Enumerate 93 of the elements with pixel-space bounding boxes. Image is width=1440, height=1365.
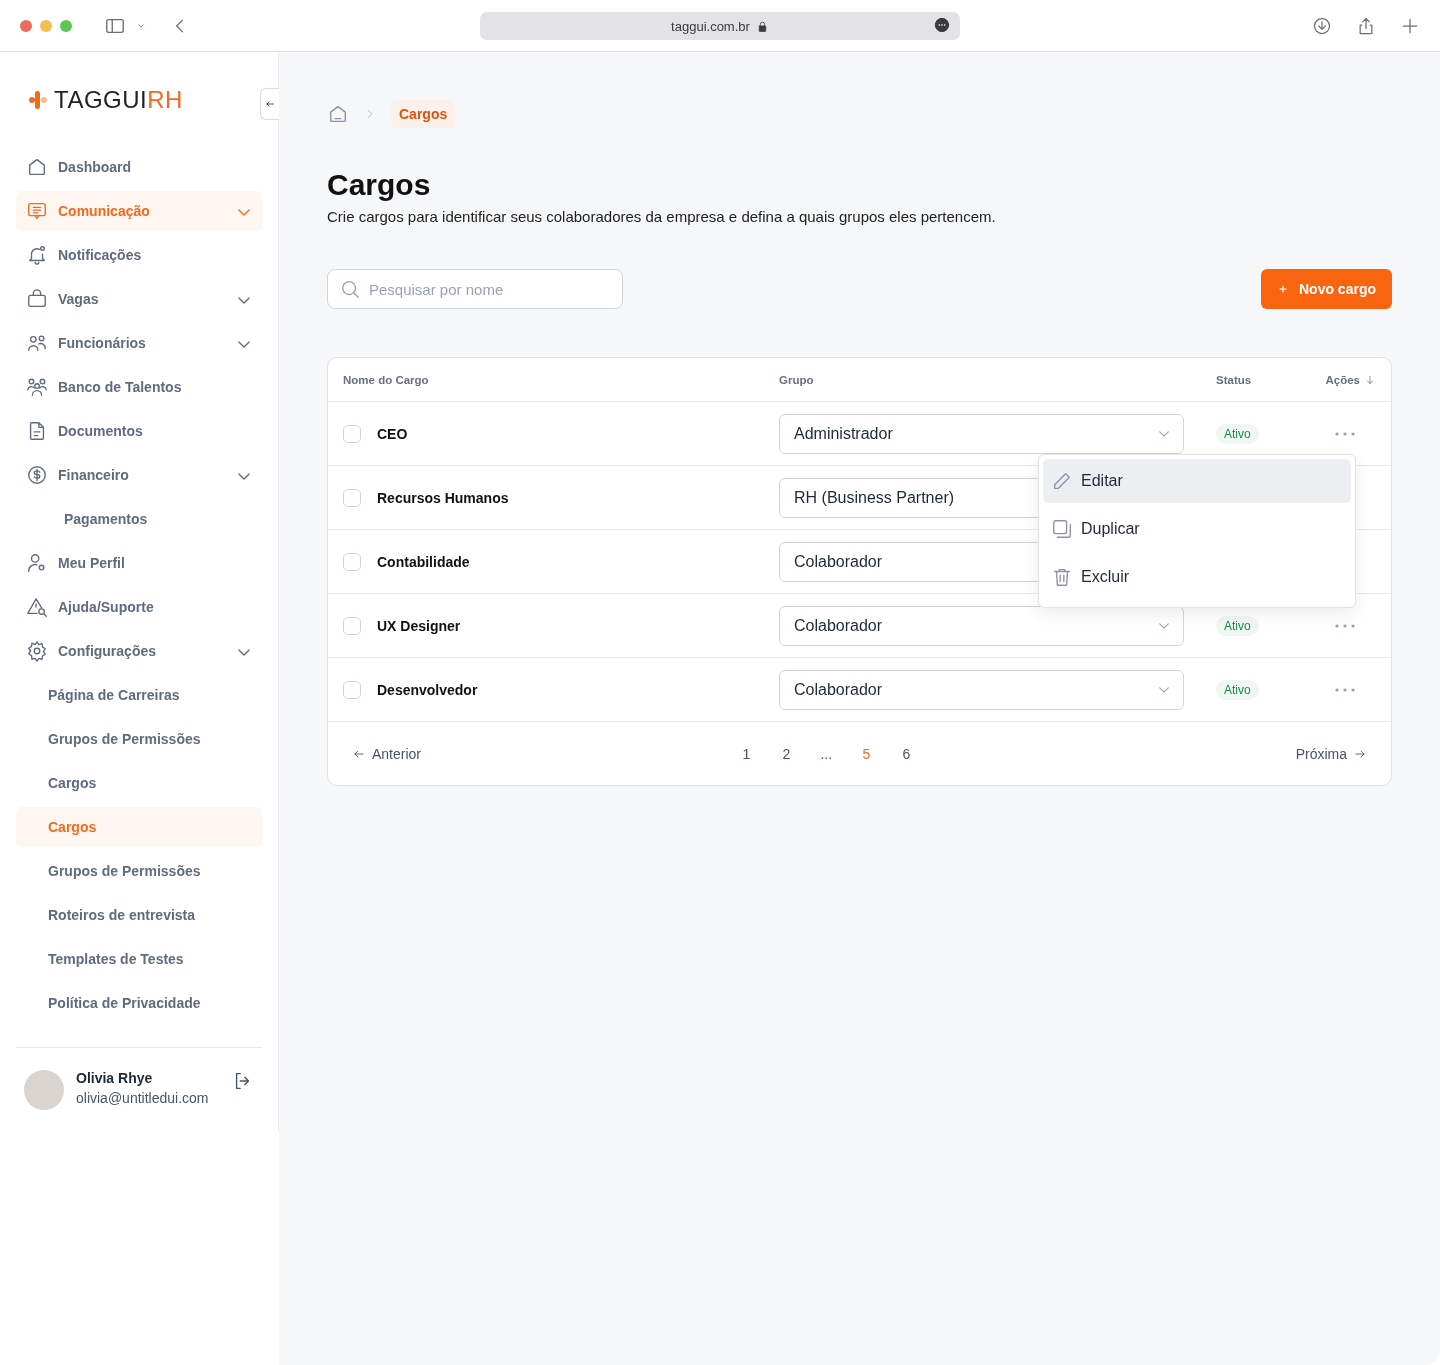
users-icon [26, 332, 48, 354]
logo-text: TAGGUIRH [54, 85, 183, 114]
dollar-icon [26, 464, 48, 486]
previous-button[interactable]: Anterior [352, 745, 422, 762]
sidebar-item[interactable]: Funcionários [16, 323, 262, 363]
row-checkbox[interactable] [343, 616, 361, 635]
chevron-down-icon [238, 209, 250, 216]
sidebar-item[interactable]: Banco de Talentos [16, 367, 262, 407]
sidebar-item[interactable]: Cargos [16, 763, 262, 803]
sidebar-item[interactable]: Pagamentos [16, 499, 262, 539]
collapse-sidebar-button[interactable] [260, 88, 279, 120]
download-icon [1312, 15, 1332, 36]
breadcrumb-link[interactable]: Cargos [391, 100, 456, 128]
chevron-down-icon [1159, 430, 1169, 437]
row-checkbox[interactable] [343, 552, 361, 571]
user-email: olivia@untitledui.com [76, 1090, 209, 1106]
sidebar-item[interactable]: Página de Carreiras [16, 675, 262, 715]
sidebar-item[interactable]: Vagas [16, 279, 262, 319]
menu-item[interactable]: Editar [1043, 459, 1351, 503]
group-select[interactable]: Administrador [779, 413, 1184, 454]
sidebar-item[interactable]: Meu Perfil [16, 543, 262, 583]
bell-icon [26, 244, 48, 266]
chevron-down-icon [238, 649, 250, 656]
sidebar-item[interactable]: Configurações [16, 631, 262, 671]
warning-search-icon [26, 596, 48, 618]
sidebar-item[interactable]: Financeiro [16, 455, 262, 495]
role-name: CEO [377, 425, 408, 442]
status-badge: Ativo [1216, 615, 1259, 636]
group-select[interactable]: Colaborador [779, 669, 1184, 710]
group-icon [26, 376, 48, 398]
row-checkbox[interactable] [343, 680, 361, 699]
more-icon [1334, 687, 1356, 692]
home-icon [26, 156, 48, 178]
chevron-down-icon [238, 297, 250, 304]
status-badge: Ativo [1216, 679, 1259, 700]
page-link[interactable]: ... [806, 745, 847, 762]
column-header[interactable]: Ações [1325, 373, 1360, 386]
sidebar-item[interactable]: Política de Privacidade [16, 983, 262, 1023]
more-icon [934, 16, 950, 33]
user-name: Olivia Rhye [76, 1070, 154, 1086]
more-actions-button[interactable] [1334, 623, 1356, 628]
sidebar-item[interactable]: Documentos [16, 411, 262, 451]
avatar [24, 1070, 64, 1110]
sidebar-item[interactable]: Comunicação [16, 191, 262, 231]
more-icon [1334, 623, 1356, 628]
close-window-icon[interactable] [20, 19, 32, 32]
plus-icon [1277, 283, 1289, 295]
row-checkbox[interactable] [343, 424, 361, 443]
minimize-window-icon[interactable] [40, 19, 52, 32]
sidebar-item[interactable]: Templates de Testes [16, 939, 262, 979]
sidebar-item[interactable]: Grupos de Permissões [16, 851, 262, 891]
more-icon [1334, 431, 1356, 436]
search-field[interactable]: Pesquisar por nome [327, 269, 623, 309]
role-name: Recursos Humanos [377, 489, 509, 506]
bag-icon [26, 288, 48, 310]
message-icon [26, 200, 48, 222]
status-badge: Ativo [1216, 423, 1259, 444]
chevron-down-icon [238, 473, 250, 480]
arrow-down-icon [1364, 373, 1376, 386]
sidebar-item[interactable]: Grupos de Permissões [16, 719, 262, 759]
more-actions-button[interactable] [1334, 687, 1356, 692]
group-select[interactable]: Colaborador [779, 605, 1184, 646]
more-actions-button[interactable] [1334, 431, 1356, 436]
next-button[interactable]: Próxima [1295, 745, 1367, 762]
sidebar-item[interactable]: Cargos [16, 807, 262, 847]
pencil-icon [1051, 470, 1073, 492]
sidebar-item[interactable]: Notificações [16, 235, 262, 275]
page-link[interactable]: 5 [846, 745, 887, 762]
row-checkbox[interactable] [343, 488, 361, 507]
trash-icon [1051, 566, 1073, 588]
column-header: Grupo [779, 373, 815, 386]
page-link[interactable]: 6 [886, 745, 927, 762]
home-icon [327, 103, 349, 125]
sidebar-item[interactable]: Roteiros de entrevista [16, 895, 262, 935]
role-name: UX Designer [377, 617, 461, 634]
sidebar-item[interactable]: Ajuda/Suporte [16, 587, 262, 627]
new-role-button[interactable]: Novo cargo [1261, 269, 1392, 309]
page-link[interactable]: 1 [726, 745, 767, 762]
page-subtitle: Crie cargos para identificar seus colaboradores da empresa e defina a quais grupos eles pertencem. [327, 208, 997, 225]
copy-icon [1051, 518, 1073, 540]
chevron-down-icon [1159, 686, 1169, 693]
page-title: Cargos [327, 168, 432, 202]
chevron-down-icon [1159, 622, 1169, 629]
sidebar-item[interactable]: Dashboard [16, 147, 262, 187]
chevron-down-icon [238, 341, 250, 348]
column-header: Status [1216, 373, 1253, 386]
role-name: Contabilidade [377, 553, 470, 570]
column-header: Nome do Cargo [343, 373, 430, 386]
address-bar[interactable]: taggui.com.br [480, 12, 960, 40]
page-link[interactable]: 2 [766, 745, 807, 762]
gear-icon [26, 640, 48, 662]
role-name: Desenvolvedor [377, 681, 478, 698]
zoom-window-icon[interactable] [60, 19, 72, 32]
